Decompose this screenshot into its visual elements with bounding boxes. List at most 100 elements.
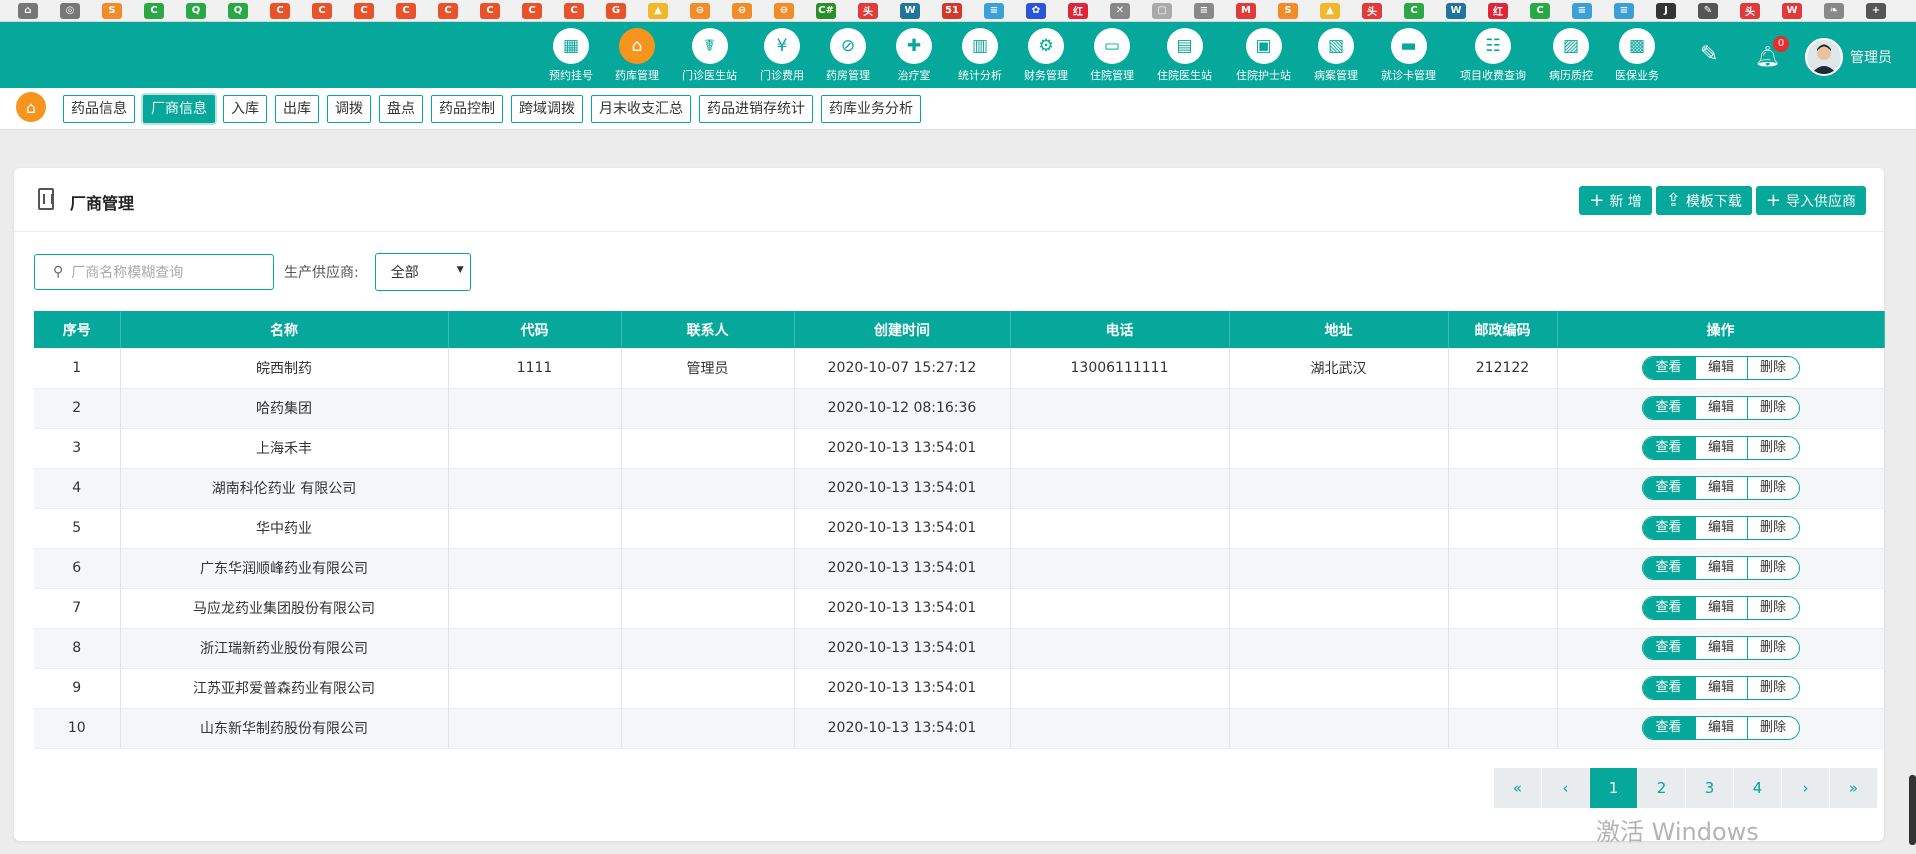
last-page-button[interactable]: » bbox=[1830, 768, 1878, 808]
supplier-filter-select[interactable]: 全部 ▼ bbox=[374, 253, 471, 291]
plus-icon[interactable]: + bbox=[1866, 2, 1886, 19]
delete-button[interactable]: 删除 bbox=[1746, 637, 1799, 659]
delete-button[interactable]: 删除 bbox=[1746, 437, 1799, 459]
nav-item-nurse-card[interactable]: ▣ 住院护士站 bbox=[1224, 26, 1303, 88]
c-icon[interactable]: C bbox=[396, 2, 416, 19]
page-2[interactable]: 2 bbox=[1638, 768, 1686, 808]
edit-button[interactable]: 编辑 bbox=[1694, 356, 1747, 379]
nav-item-pill[interactable]: ⊘ 药房管理 bbox=[815, 26, 881, 88]
c-icon[interactable]: C bbox=[1404, 2, 1424, 19]
tab-2[interactable]: 厂商信息 bbox=[143, 95, 215, 123]
g-icon[interactable]: G bbox=[606, 2, 626, 19]
scrollbar-thumb[interactable] bbox=[1909, 775, 1916, 845]
tab-10[interactable]: 药品进销存统计 bbox=[699, 95, 813, 123]
delete-button[interactable]: 删除 bbox=[1746, 517, 1799, 539]
xiaohongshu-icon[interactable]: 红 bbox=[1068, 2, 1088, 19]
view-button[interactable]: 查看 bbox=[1642, 356, 1695, 379]
view-button[interactable]: 查看 bbox=[1642, 517, 1695, 539]
wordpress-icon[interactable]: W bbox=[1446, 2, 1466, 19]
nav-item-calendar[interactable]: ▦ 预约挂号 bbox=[538, 26, 604, 88]
user-name[interactable]: 管理员 bbox=[1850, 47, 1892, 67]
nav-item-card[interactable]: ▬ 就诊卡管理 bbox=[1369, 26, 1448, 88]
q-icon[interactable]: Q bbox=[186, 2, 206, 19]
page-4[interactable]: 4 bbox=[1734, 768, 1782, 808]
c-icon[interactable]: C bbox=[354, 2, 374, 19]
prev-page-button[interactable]: ‹ bbox=[1542, 768, 1590, 808]
import-supplier-button[interactable]: + 导入供应商 bbox=[1755, 186, 1866, 215]
edit-button[interactable]: 编辑 bbox=[1694, 637, 1747, 659]
tab-4[interactable]: 出库 bbox=[275, 95, 319, 123]
delete-button[interactable]: 删除 bbox=[1746, 597, 1799, 619]
tab-9[interactable]: 月末收支汇总 bbox=[591, 95, 691, 123]
nav-item-insurance[interactable]: ▩ 医保业务 bbox=[1604, 26, 1670, 88]
51-icon[interactable]: 51 bbox=[942, 2, 962, 19]
view-button[interactable]: 查看 bbox=[1642, 717, 1695, 739]
w-icon[interactable]: W bbox=[1782, 2, 1802, 19]
m-icon[interactable]: M bbox=[1236, 2, 1256, 19]
search-field[interactable]: ⚲ bbox=[34, 254, 274, 290]
nav-item-quality[interactable]: ▨ 病历质控 bbox=[1538, 26, 1604, 88]
c-icon[interactable]: C bbox=[144, 2, 164, 19]
delete-button[interactable]: 删除 bbox=[1746, 356, 1799, 379]
first-page-button[interactable]: « bbox=[1494, 768, 1542, 808]
q-icon[interactable]: Q bbox=[228, 2, 248, 19]
view-button[interactable]: 查看 bbox=[1642, 397, 1695, 419]
tab-7[interactable]: 药品控制 bbox=[431, 95, 503, 123]
js-icon[interactable]: J bbox=[1656, 2, 1676, 19]
bell-icon[interactable]: ▲ bbox=[648, 2, 668, 19]
home-icon[interactable]: ⌂ bbox=[18, 2, 38, 19]
doc-icon[interactable]: ≡ bbox=[1194, 2, 1214, 19]
search-input[interactable] bbox=[71, 264, 252, 280]
nav-item-record[interactable]: ▧ 病案管理 bbox=[1303, 26, 1369, 88]
stack-icon[interactable]: ≡ bbox=[1572, 2, 1592, 19]
bell-icon[interactable]: ▲ bbox=[1320, 2, 1340, 19]
nav-item-doctor[interactable]: ☤ 门诊医生站 bbox=[670, 26, 749, 88]
toutiao-icon[interactable]: 头 bbox=[1740, 2, 1760, 19]
nav-item-chart[interactable]: ▥ 统计分析 bbox=[947, 26, 1013, 88]
c-icon[interactable]: C bbox=[564, 2, 584, 19]
delete-button[interactable]: 删除 bbox=[1746, 397, 1799, 419]
c-icon[interactable]: C bbox=[522, 2, 542, 19]
view-button[interactable]: 查看 bbox=[1642, 597, 1695, 619]
edit-button[interactable]: 编辑 bbox=[1694, 597, 1747, 619]
tab-8[interactable]: 跨域调拨 bbox=[511, 95, 583, 123]
page-1[interactable]: 1 bbox=[1590, 768, 1638, 808]
view-button[interactable]: 查看 bbox=[1642, 437, 1695, 459]
edit-button[interactable]: 编辑 bbox=[1694, 717, 1747, 739]
edit-button[interactable]: 编辑 bbox=[1694, 517, 1747, 539]
code-icon[interactable]: ⊖ bbox=[732, 2, 752, 19]
delete-button[interactable]: 删除 bbox=[1746, 717, 1799, 739]
doc-icon[interactable]: ▢ bbox=[1152, 2, 1172, 19]
view-button[interactable]: 查看 bbox=[1642, 477, 1695, 499]
wordpress-icon[interactable]: W bbox=[900, 2, 920, 19]
pencil-icon[interactable]: ✎ bbox=[1700, 42, 1718, 67]
c-icon[interactable]: C bbox=[480, 2, 500, 19]
nav-item-gear[interactable]: ⚙ 财务管理 bbox=[1013, 26, 1079, 88]
view-button[interactable]: 查看 bbox=[1642, 557, 1695, 579]
edit-button[interactable]: 编辑 bbox=[1694, 557, 1747, 579]
toutiao-icon[interactable]: 头 bbox=[1362, 2, 1382, 19]
add-button[interactable]: + 新 增 bbox=[1579, 186, 1652, 215]
feather-icon[interactable]: ❧ bbox=[1824, 2, 1844, 19]
nav-item-receipt[interactable]: ☷ 项目收费查询 bbox=[1448, 26, 1538, 88]
avatar[interactable] bbox=[1805, 38, 1843, 76]
c-icon[interactable]: C bbox=[438, 2, 458, 19]
edit-button[interactable]: 编辑 bbox=[1694, 677, 1747, 699]
edit-button[interactable]: 编辑 bbox=[1694, 477, 1747, 499]
nav-item-yen[interactable]: ¥ 门诊费用 bbox=[749, 26, 815, 88]
tab-3[interactable]: 入库 bbox=[223, 95, 267, 123]
stack-icon[interactable]: ≡ bbox=[1614, 2, 1634, 19]
nav-item-bed[interactable]: ▭ 住院管理 bbox=[1079, 26, 1145, 88]
home-icon[interactable]: ⌂ bbox=[16, 92, 46, 122]
next-page-button[interactable]: › bbox=[1782, 768, 1830, 808]
edit-button[interactable]: 编辑 bbox=[1694, 397, 1747, 419]
c-icon[interactable]: C bbox=[312, 2, 332, 19]
edit-button[interactable]: 编辑 bbox=[1694, 437, 1747, 459]
view-button[interactable]: 查看 bbox=[1642, 677, 1695, 699]
stack-icon[interactable]: ≡ bbox=[984, 2, 1004, 19]
delete-button[interactable]: 删除 bbox=[1746, 677, 1799, 699]
c-icon[interactable]: C bbox=[1530, 2, 1550, 19]
globe-icon[interactable]: ◎ bbox=[60, 2, 80, 19]
nav-item-nurse[interactable]: ✚ 治疗室 bbox=[881, 26, 947, 88]
pen-icon[interactable]: ✎ bbox=[1698, 2, 1718, 19]
